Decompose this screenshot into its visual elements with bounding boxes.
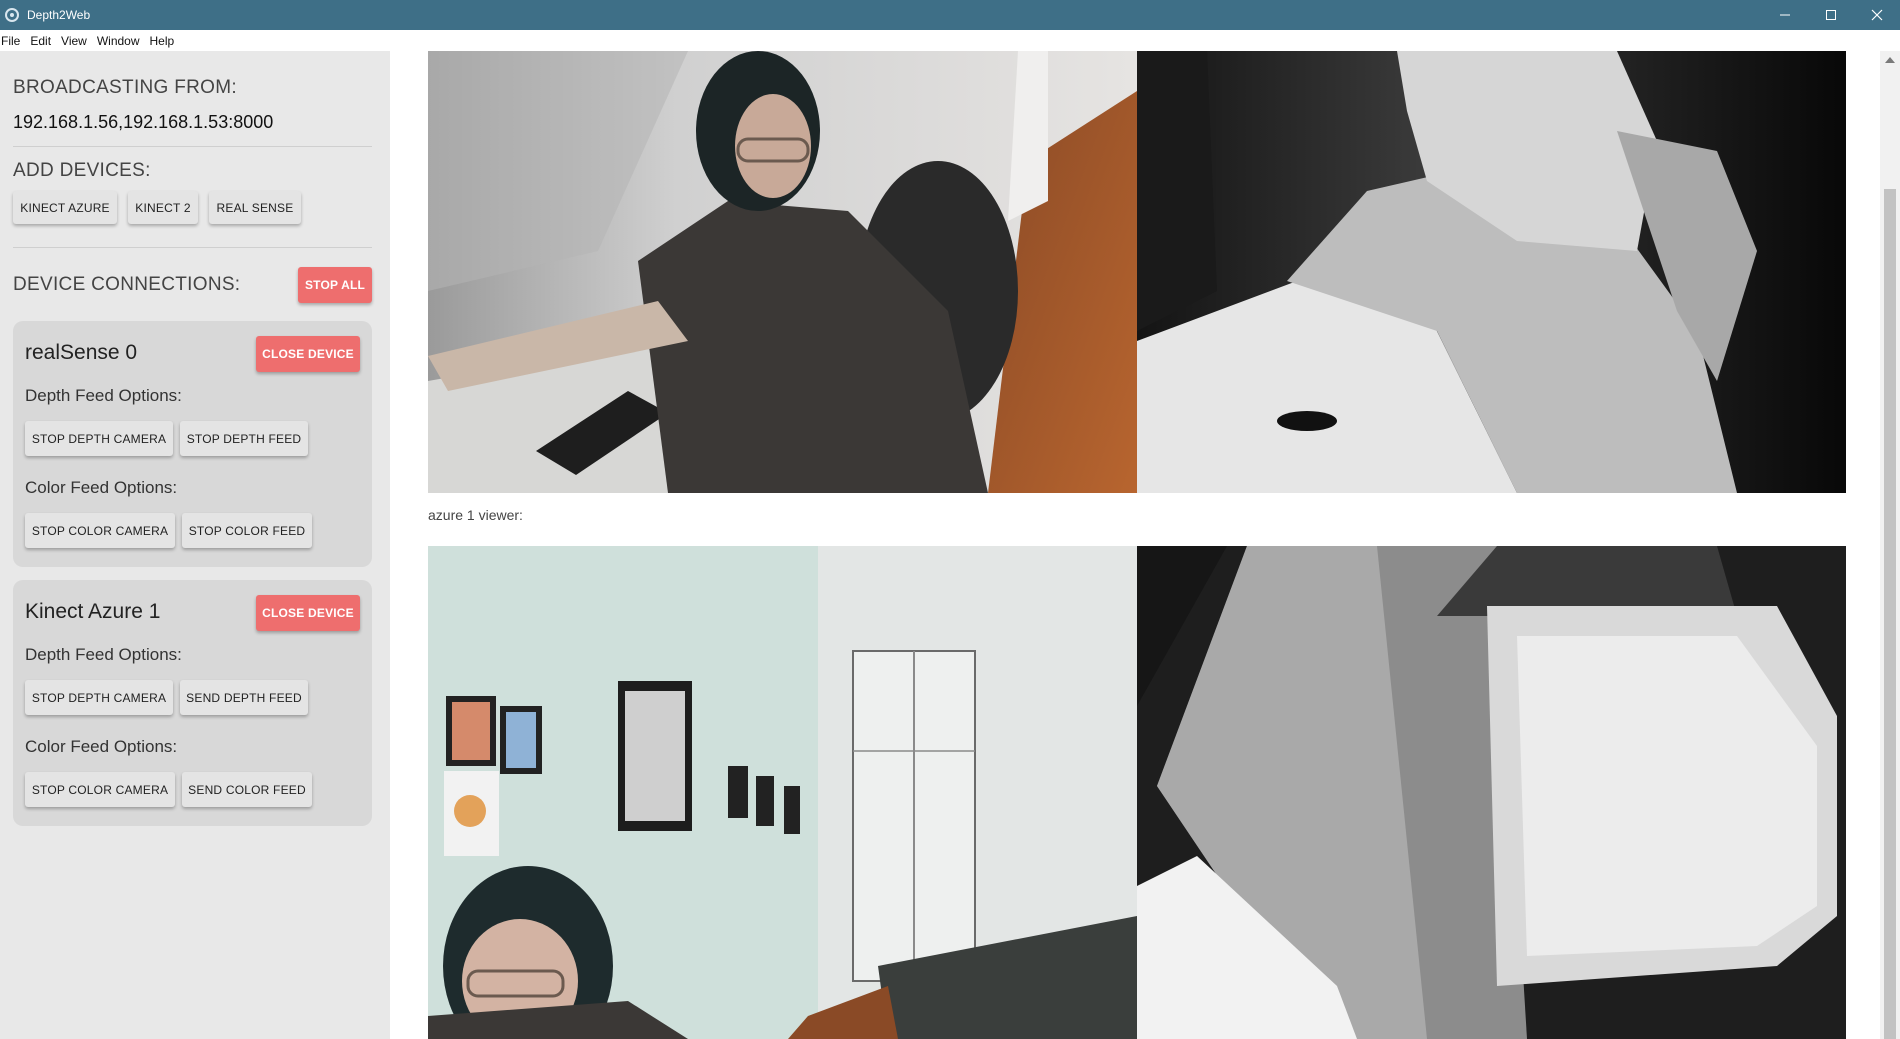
device-card-kinect-azure-1: Kinect Azure 1 CLOSE DEVICE Depth Feed O… [13, 580, 372, 826]
viewer-label: azure 1 viewer: [428, 507, 523, 523]
close-icon[interactable] [1854, 0, 1900, 30]
menu-bar: File Edit View Window Help [0, 30, 1900, 51]
send-color-feed-button[interactable]: SEND COLOR FEED [182, 772, 312, 807]
add-kinect-azure-button[interactable]: KINECT AZURE [13, 191, 117, 224]
divider [13, 247, 372, 248]
maximize-icon[interactable] [1808, 0, 1854, 30]
stop-color-camera-button[interactable]: STOP COLOR CAMERA [25, 772, 175, 807]
window-controls [1762, 0, 1900, 30]
title-bar: Depth2Web [0, 0, 1900, 30]
app-logo-icon [5, 8, 19, 22]
menu-file[interactable]: File [0, 34, 25, 48]
menu-edit[interactable]: Edit [27, 34, 56, 48]
stop-depth-feed-button[interactable]: STOP DEPTH FEED [180, 421, 308, 456]
realsense-depth-feed-image [1137, 51, 1846, 493]
viewer-panel: azure 1 viewer: [390, 51, 1880, 1039]
minimize-icon[interactable] [1762, 0, 1808, 30]
scroll-up-arrow-icon[interactable] [1885, 57, 1895, 63]
azure-depth-feed-image [1137, 546, 1846, 1039]
stop-depth-camera-button[interactable]: STOP DEPTH CAMERA [25, 421, 173, 456]
azure-color-feed-image [428, 546, 1137, 1039]
depth-feed-options-label: Depth Feed Options: [25, 386, 182, 405]
send-depth-feed-button[interactable]: SEND DEPTH FEED [180, 680, 308, 715]
add-real-sense-button[interactable]: REAL SENSE [209, 191, 301, 224]
device-connections-heading: DEVICE CONNECTIONS: [13, 274, 241, 295]
broadcast-heading: BROADCASTING FROM: [13, 77, 237, 98]
depth-feed-options-label: Depth Feed Options: [25, 645, 182, 664]
divider [13, 146, 372, 147]
device-name: Kinect Azure 1 [25, 600, 161, 623]
close-device-button[interactable]: CLOSE DEVICE [256, 595, 360, 631]
stop-color-camera-button[interactable]: STOP COLOR CAMERA [25, 513, 175, 548]
window-title: Depth2Web [27, 8, 91, 22]
stop-all-button[interactable]: STOP ALL [298, 267, 372, 303]
sidebar: BROADCASTING FROM: 192.168.1.56,192.168.… [0, 51, 390, 1039]
scroll-thumb[interactable] [1884, 189, 1896, 1039]
stop-color-feed-button[interactable]: STOP COLOR FEED [182, 513, 312, 548]
stop-depth-camera-button[interactable]: STOP DEPTH CAMERA [25, 680, 173, 715]
device-name: realSense 0 [25, 341, 138, 364]
color-feed-options-label: Color Feed Options: [25, 478, 178, 497]
add-devices-heading: ADD DEVICES: [13, 160, 151, 181]
realsense-color-feed-image [428, 51, 1137, 493]
device-card-realsense-0: realSense 0 CLOSE DEVICE Depth Feed Opti… [13, 321, 372, 567]
menu-help[interactable]: Help [147, 34, 180, 48]
add-kinect-2-button[interactable]: KINECT 2 [128, 191, 198, 224]
menu-window[interactable]: Window [94, 34, 145, 48]
menu-view[interactable]: View [58, 34, 92, 48]
broadcast-address: 192.168.1.56,192.168.1.53:8000 [13, 112, 274, 132]
color-feed-options-label: Color Feed Options: [25, 737, 178, 756]
vertical-scrollbar[interactable] [1880, 51, 1900, 1039]
close-device-button[interactable]: CLOSE DEVICE [256, 336, 360, 372]
